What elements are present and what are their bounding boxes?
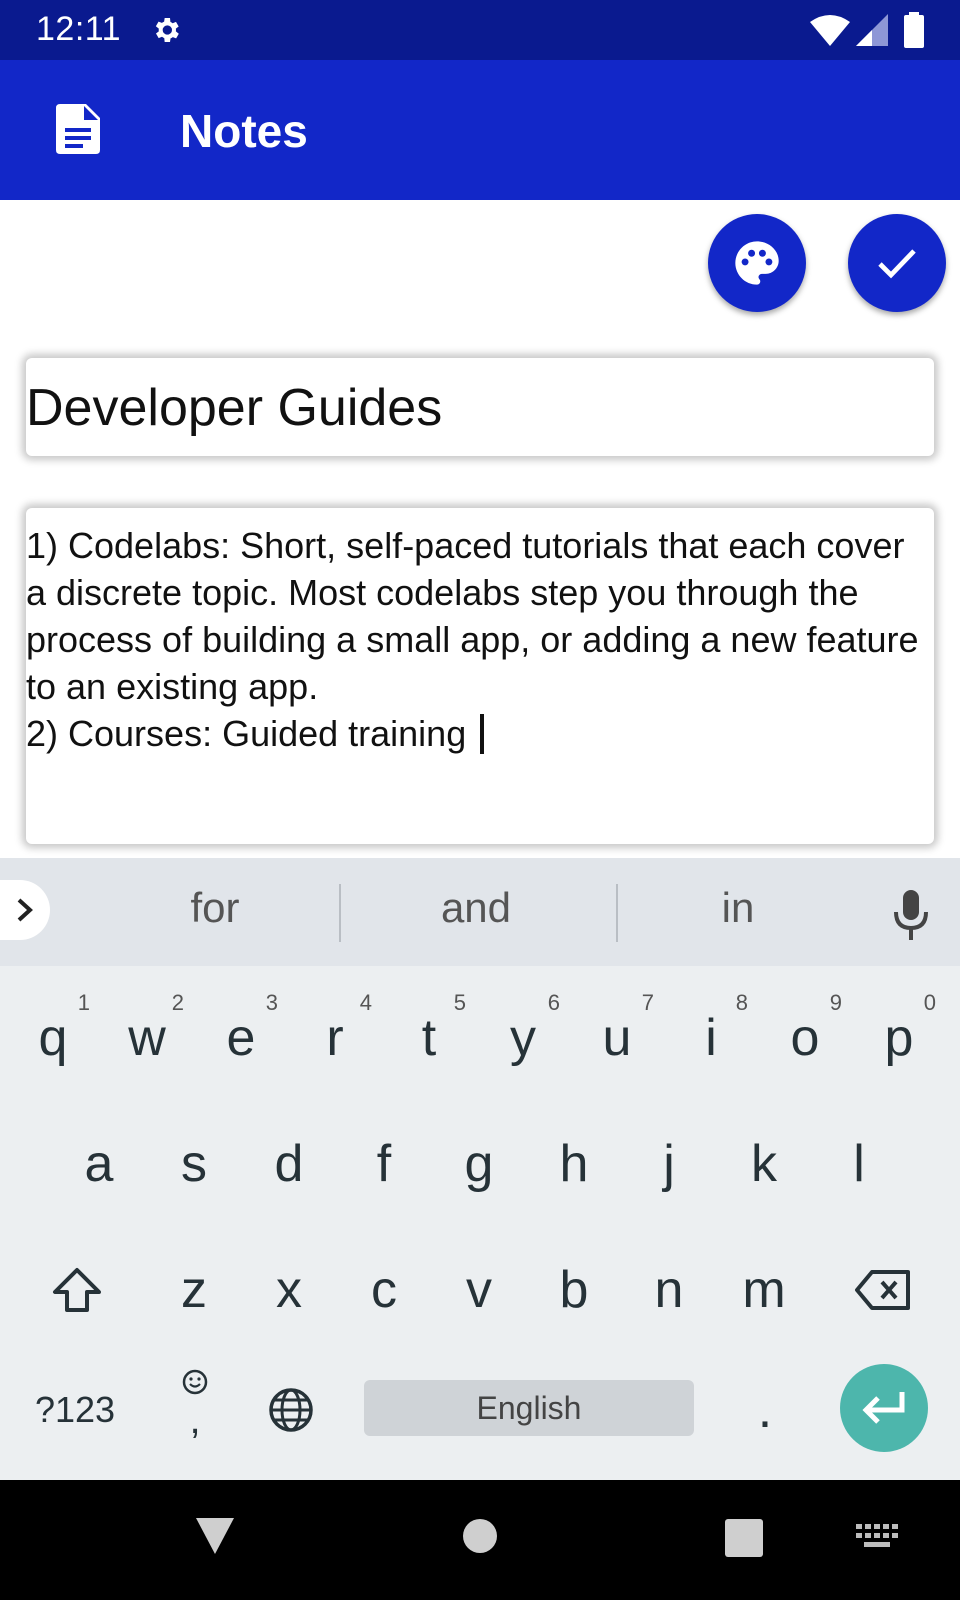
emoji-icon — [182, 1369, 208, 1395]
navigation-bar — [0, 1480, 960, 1600]
key-q[interactable]: q1 — [6, 988, 100, 1088]
suggestion-divider — [339, 884, 341, 942]
suggestion-3[interactable]: in — [638, 884, 838, 932]
battery-icon — [904, 12, 924, 48]
spacebar[interactable]: English — [364, 1380, 694, 1436]
symbols-key[interactable]: ?123 — [28, 1360, 122, 1460]
keyboard-icon[interactable] — [856, 1524, 898, 1550]
palette-icon — [735, 241, 779, 285]
document-icon — [56, 104, 100, 154]
enter-icon — [862, 1392, 905, 1424]
key-b[interactable]: b — [527, 1240, 621, 1340]
suggestion-1[interactable]: for — [115, 884, 315, 932]
key-d[interactable]: d — [242, 1114, 336, 1214]
expand-toolbar-button[interactable] — [0, 880, 50, 940]
key-w[interactable]: w2 — [100, 988, 194, 1088]
key-g[interactable]: g — [432, 1114, 526, 1214]
key-z[interactable]: z — [147, 1240, 241, 1340]
save-button[interactable] — [848, 214, 946, 312]
backspace-key[interactable] — [836, 1240, 930, 1340]
note-body-input[interactable]: 1) Codelabs: Short, self-paced tutorials… — [26, 522, 926, 757]
backspace-icon — [855, 1270, 910, 1310]
signal-icon — [856, 14, 888, 46]
recents-icon[interactable] — [724, 1518, 764, 1558]
wifi-icon — [810, 15, 850, 46]
key-f[interactable]: f — [337, 1114, 431, 1214]
status-time: 12:11 — [36, 10, 122, 48]
note-title-card: Developer Guides — [26, 358, 934, 456]
shift-key[interactable] — [30, 1240, 124, 1340]
soft-keyboard: for and in q1 w2 e3 r4 t5 y6 u7 i8 o9 p0… — [0, 858, 960, 1480]
key-c[interactable]: c — [337, 1240, 431, 1340]
key-t[interactable]: t5 — [382, 988, 476, 1088]
key-j[interactable]: j — [622, 1114, 716, 1214]
app-bar: Notes — [0, 60, 960, 200]
check-icon — [878, 249, 916, 279]
key-x[interactable]: x — [242, 1240, 336, 1340]
enter-key[interactable] — [840, 1364, 928, 1452]
key-m[interactable]: m — [717, 1240, 811, 1340]
key-i[interactable]: i8 — [664, 988, 758, 1088]
key-y[interactable]: y6 — [476, 988, 570, 1088]
gear-icon — [155, 18, 179, 42]
chevron-right-icon — [17, 898, 33, 922]
key-a[interactable]: a — [52, 1114, 146, 1214]
language-key[interactable] — [244, 1360, 338, 1460]
key-l[interactable]: l — [812, 1114, 906, 1214]
key-o[interactable]: o9 — [758, 988, 852, 1088]
text-cursor — [480, 714, 485, 754]
key-n[interactable]: n — [622, 1240, 716, 1340]
color-palette-button[interactable] — [708, 214, 806, 312]
key-p[interactable]: p0 — [852, 988, 946, 1088]
period-key[interactable]: . — [718, 1360, 812, 1460]
suggestion-divider — [616, 884, 618, 942]
key-e[interactable]: e3 — [194, 988, 288, 1088]
key-h[interactable]: h — [527, 1114, 621, 1214]
note-body-text: 1) Codelabs: Short, self-paced tutorials… — [26, 525, 919, 754]
note-body-card: 1) Codelabs: Short, self-paced tutorials… — [26, 508, 934, 844]
key-k[interactable]: k — [717, 1114, 811, 1214]
home-icon[interactable] — [462, 1518, 498, 1554]
suggestion-2[interactable]: and — [376, 884, 576, 932]
mic-icon[interactable] — [890, 888, 932, 942]
suggestion-strip: for and in — [0, 858, 960, 966]
comma-label: , — [189, 1397, 201, 1442]
app-title: Notes — [180, 105, 308, 157]
back-icon[interactable] — [194, 1516, 236, 1556]
globe-icon — [269, 1388, 313, 1432]
key-r[interactable]: r4 — [288, 988, 382, 1088]
comma-emoji-key[interactable]: , — [148, 1360, 242, 1460]
status-bar: 12:11 — [0, 0, 960, 60]
shift-icon — [53, 1268, 101, 1312]
key-u[interactable]: u7 — [570, 988, 664, 1088]
key-s[interactable]: s — [147, 1114, 241, 1214]
note-title-input[interactable]: Developer Guides — [26, 378, 442, 438]
key-v[interactable]: v — [432, 1240, 526, 1340]
